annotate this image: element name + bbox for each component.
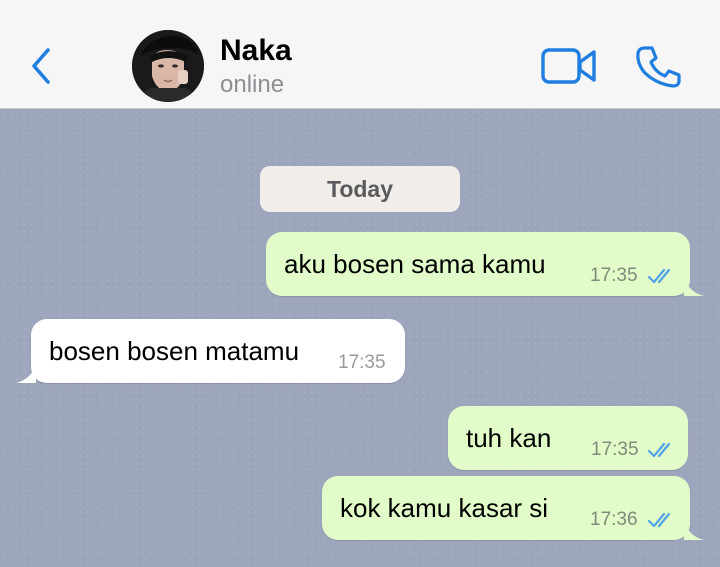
message-text: tuh kan [466, 423, 552, 453]
message-bubble-outgoing[interactable]: tuh kan 17:35 [448, 406, 688, 470]
message-text: bosen bosen matamu [49, 336, 300, 366]
message-time: 17:35 [591, 439, 639, 460]
back-button[interactable] [26, 44, 56, 88]
message-bubble-incoming[interactable]: bosen bosen matamu 17:35 [31, 319, 405, 383]
voice-call-button[interactable] [634, 44, 682, 88]
chat-header: Naka online [0, 0, 720, 109]
contact-photo [132, 30, 204, 102]
avatar[interactable] [132, 30, 204, 102]
contact-name[interactable]: Naka [220, 34, 292, 68]
message-time: 17:35 [590, 265, 638, 286]
phone-icon [636, 46, 681, 88]
video-call-button[interactable] [540, 46, 598, 86]
message-bubble-outgoing[interactable]: aku bosen sama kamu 17:35 [266, 232, 690, 296]
bubble-tail [16, 363, 36, 383]
read-receipt-icon [647, 268, 671, 284]
read-receipt-icon [647, 442, 671, 458]
message-time: 17:35 [338, 352, 386, 373]
bubble-tail [684, 520, 704, 540]
message-time: 17:36 [590, 509, 638, 530]
video-camera-icon [541, 48, 596, 84]
bubble-tail [684, 276, 704, 296]
message-bubble-outgoing[interactable]: kok kamu kasar si 17:36 [322, 476, 690, 540]
message-text: kok kamu kasar si [340, 493, 549, 523]
chevron-left-icon [32, 48, 50, 84]
date-separator: Today [260, 166, 460, 212]
read-receipt-icon [647, 512, 671, 528]
message-text: aku bosen sama kamu [284, 249, 546, 279]
contact-status: online [220, 71, 285, 98]
